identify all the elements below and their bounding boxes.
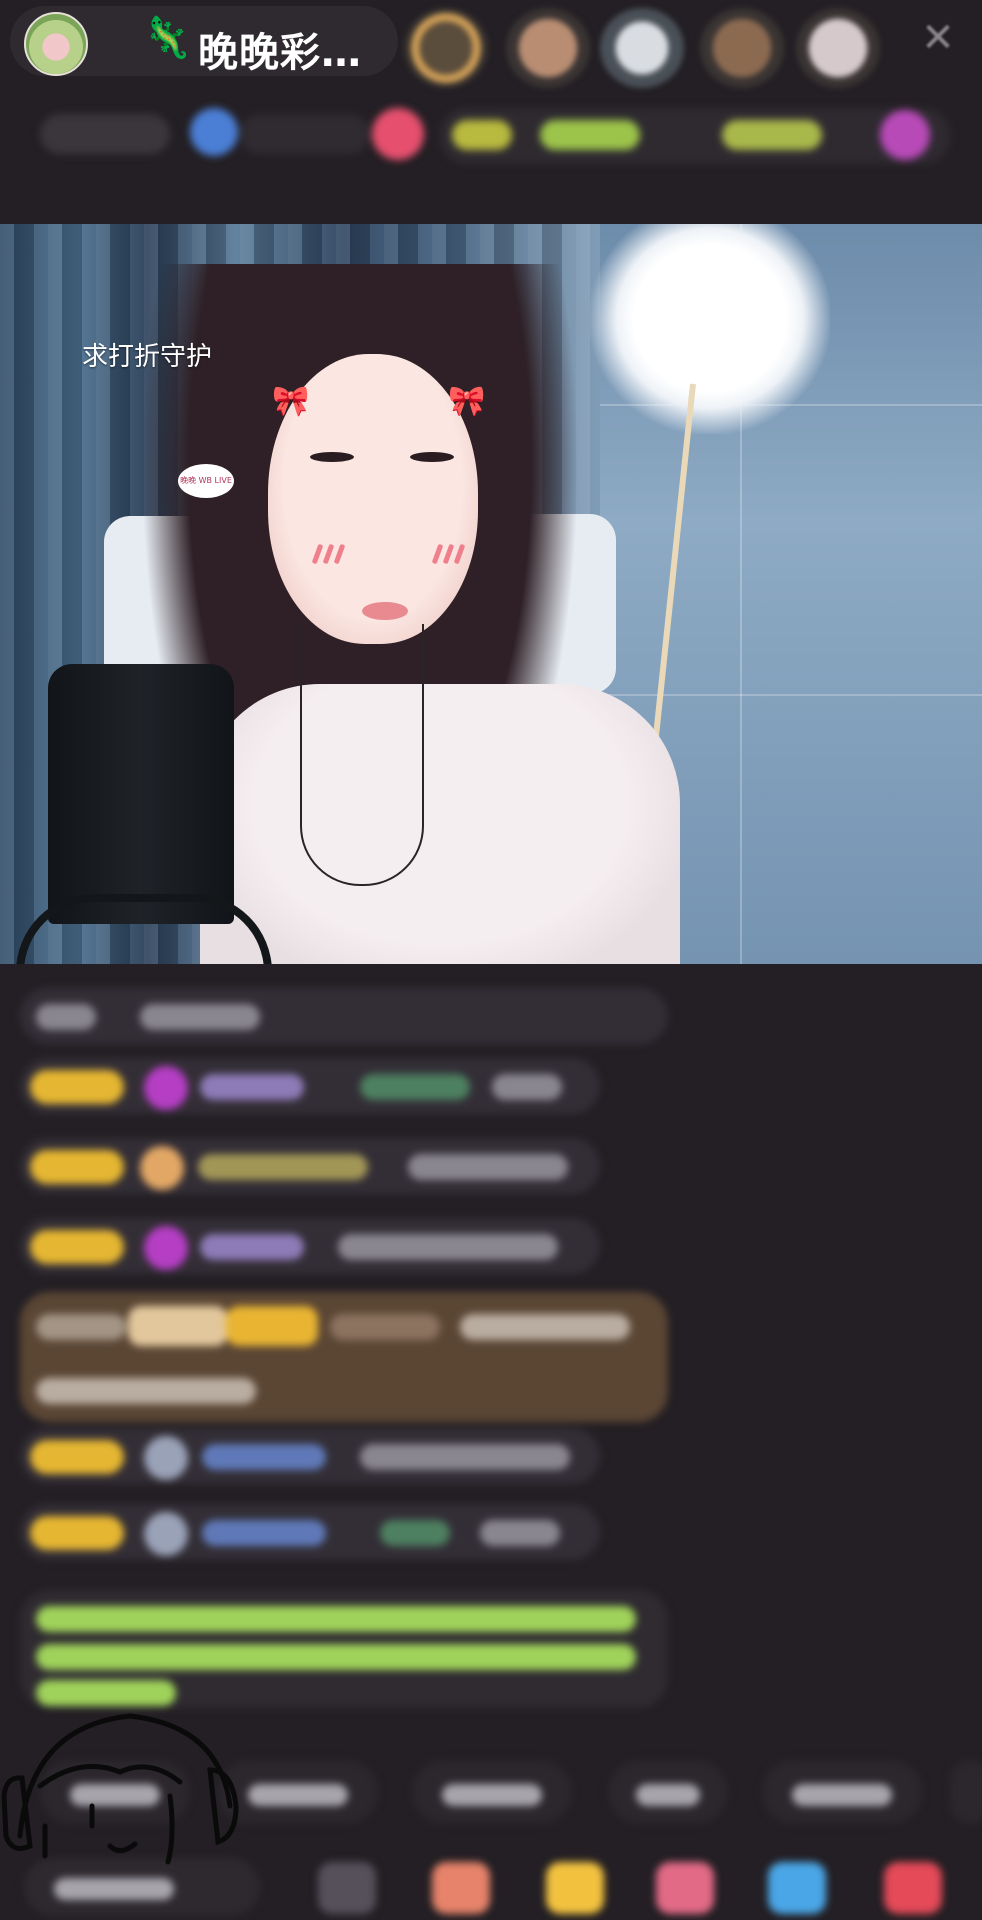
microphone [48, 664, 234, 924]
diamond-icon [144, 1066, 188, 1110]
gift-icon[interactable] [880, 110, 930, 160]
chat-message [20, 988, 668, 1044]
gecko-icon: 🦎 [142, 15, 192, 61]
heart-icon[interactable] [372, 108, 424, 160]
fans-icon [190, 108, 238, 156]
mic-stand [16, 894, 272, 964]
chat-message [20, 1058, 600, 1114]
fans-chip[interactable] [240, 114, 370, 154]
diamond-icon [144, 1226, 188, 1270]
user-name[interactable] [202, 1444, 326, 1470]
live-video[interactable]: 🎀 🎀 求打折守护 晚晚 WB LIVE [0, 224, 982, 964]
stream-sticker-text: 求打折守护 [82, 342, 213, 372]
viewer-avatar[interactable] [700, 8, 784, 88]
activity-tag [722, 120, 822, 150]
activity-tag [540, 120, 640, 150]
chat-message [20, 1138, 600, 1194]
quick-reply-chip[interactable] [412, 1760, 572, 1824]
user-avatar[interactable] [144, 1436, 188, 1480]
fan-club-icon[interactable] [546, 1862, 604, 1914]
level-badge [30, 1150, 124, 1184]
level-badge [30, 1230, 124, 1264]
rank-chip[interactable] [40, 114, 170, 154]
info-bar [0, 100, 982, 180]
host-info-pill[interactable]: 🦎 晚晚彩… [10, 6, 398, 76]
gift-icon[interactable] [884, 1862, 942, 1914]
user-name[interactable] [200, 1074, 304, 1100]
hand-icon [140, 1146, 184, 1190]
wish-icon[interactable] [656, 1862, 714, 1914]
bow-sticker-icon: 🎀 [272, 384, 310, 419]
level-badge [30, 1440, 124, 1474]
level-badge [30, 1070, 124, 1104]
necklace [300, 624, 424, 886]
user-avatar[interactable] [144, 1512, 188, 1556]
feather-lamp [590, 224, 830, 434]
viewer-avatar[interactable] [506, 8, 590, 88]
user-name[interactable] [202, 1520, 326, 1546]
viewer-avatar[interactable] [404, 8, 488, 88]
highlight-message [20, 1292, 668, 1422]
chat-message [20, 1218, 600, 1274]
quick-reply-chip[interactable] [762, 1760, 922, 1824]
share-icon[interactable] [318, 1862, 376, 1914]
user-tag [360, 1074, 470, 1100]
lips [362, 602, 408, 620]
user-name[interactable] [200, 1234, 304, 1260]
eye [310, 452, 354, 462]
chat-list[interactable] [0, 970, 982, 1710]
chat-message [20, 1428, 600, 1484]
user-tag [380, 1520, 450, 1546]
host-avatar[interactable] [24, 12, 88, 76]
activity-banner[interactable] [440, 108, 950, 164]
gift-box-icon[interactable] [432, 1862, 490, 1914]
level-badge [30, 1516, 124, 1550]
blush-sticker [311, 543, 352, 570]
streamer-dress [200, 684, 680, 964]
bow-sticker-icon: 🎀 [448, 384, 486, 419]
eye [410, 452, 454, 462]
viewer-avatar[interactable] [796, 8, 880, 88]
chat-message [20, 1504, 600, 1560]
game-icon[interactable] [768, 1862, 826, 1914]
viewer-avatar[interactable] [600, 8, 684, 88]
speech-bubble-sticker: 晚晚 WB LIVE [178, 464, 234, 498]
top-bar: 🦎 晚晚彩… ✕ [0, 0, 982, 90]
close-icon[interactable]: ✕ [912, 12, 964, 64]
blush-sticker [431, 543, 472, 570]
activity-tag [452, 120, 512, 150]
quick-reply-chip[interactable] [950, 1760, 982, 1824]
quick-reply-chip[interactable] [608, 1760, 728, 1824]
host-name[interactable]: 晚晚彩… [198, 20, 362, 78]
headphone-mascot-overlay [1, 1713, 239, 1865]
user-name[interactable] [198, 1154, 368, 1180]
